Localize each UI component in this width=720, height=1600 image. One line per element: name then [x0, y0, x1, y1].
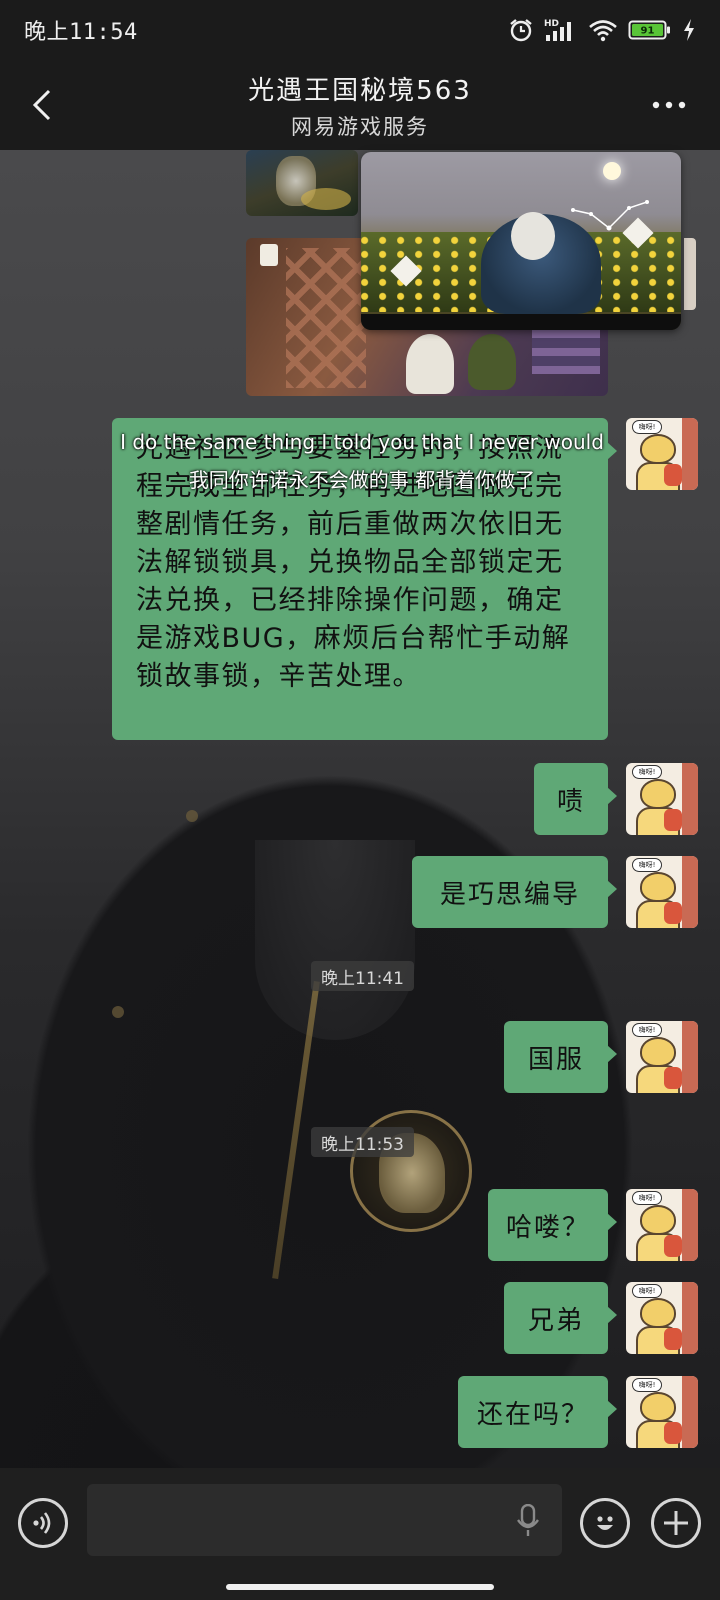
message-text: 兄弟 — [527, 1305, 584, 1336]
avatar[interactable]: 嗨呀! — [626, 1282, 698, 1354]
back-button[interactable] — [22, 78, 62, 132]
avatar[interactable]: 嗨呀! — [626, 1376, 698, 1448]
avatar-bag — [664, 809, 682, 831]
avatar-face — [640, 872, 676, 902]
background-button — [186, 810, 198, 822]
message-input[interactable] — [87, 1484, 562, 1556]
avatar-frame — [682, 1282, 698, 1354]
battery-icon: 91 — [628, 20, 670, 40]
avatar-face — [640, 434, 676, 464]
image-badge — [260, 244, 278, 266]
hd-signal-icon: HD — [544, 19, 571, 41]
avatar-frame — [682, 1021, 698, 1093]
message-text: 国服 — [527, 1044, 584, 1075]
avatar-bag — [664, 464, 682, 486]
chat-header: 光遇王国秘境563 网易游戏服务 — [0, 60, 720, 150]
chat-title: 光遇王国秘境563 — [248, 75, 472, 106]
more-button[interactable] — [644, 80, 694, 130]
avatar[interactable]: 嗨呀! — [626, 1021, 698, 1093]
more-dots-icon — [652, 101, 686, 109]
message-bubble[interactable]: 还在吗？ — [458, 1376, 617, 1448]
battery-level: 91 — [641, 26, 655, 37]
alarm-icon — [510, 19, 532, 42]
avatar-face — [640, 1298, 676, 1328]
avatar-bag — [664, 1235, 682, 1257]
timestamp: 晚上11:53 — [311, 1127, 414, 1157]
avatar-sticker-text: 嗨呀! — [632, 1191, 662, 1205]
overlay-caption-chinese: 我同你许诺永不会做的事 都背着你做了 — [188, 468, 536, 492]
avatar-sticker-text: 嗨呀! — [632, 858, 662, 872]
image-character — [468, 334, 516, 390]
home-indicator[interactable] — [226, 1584, 494, 1590]
image-sun — [603, 162, 621, 180]
avatar-face — [640, 1037, 676, 1067]
avatar-sticker-text: 嗨呀! — [632, 420, 662, 434]
background-button — [112, 1006, 124, 1018]
message-text: 哈喽？ — [505, 1212, 590, 1243]
plus-button[interactable] — [651, 1498, 701, 1548]
avatar-bag — [664, 1328, 682, 1350]
voice-button[interactable] — [18, 1498, 68, 1548]
avatar-frame — [682, 763, 698, 835]
emoji-button[interactable] — [580, 1498, 630, 1548]
avatar-frame — [682, 1189, 698, 1261]
avatar[interactable]: 嗨呀! — [626, 418, 698, 490]
message-bubble[interactable]: 国服 — [504, 1021, 617, 1093]
avatar-sticker-text: 嗨呀! — [632, 1023, 662, 1037]
avatar-sticker-text: 嗨呀! — [632, 765, 662, 779]
message-bubble[interactable]: 兄弟 — [504, 1282, 617, 1354]
avatar-face — [640, 1205, 676, 1235]
message-bubble[interactable]: 是巧思编导 — [412, 856, 617, 928]
avatar-bag — [664, 902, 682, 924]
message-bubble[interactable]: 啧 — [534, 763, 617, 835]
avatar-bag — [664, 1422, 682, 1444]
image-message[interactable] — [246, 150, 358, 216]
status-bar: 晚上11:54 HD 91 — [0, 0, 720, 60]
title-block: 光遇王国秘境563 网易游戏服务 — [248, 70, 472, 141]
image-character — [406, 334, 454, 394]
avatar-frame — [682, 1376, 698, 1448]
message-bubble[interactable]: 哈喽？ — [488, 1189, 617, 1261]
avatar-bag — [664, 1067, 682, 1089]
background-collar — [255, 840, 415, 1040]
image-character-head — [511, 212, 555, 260]
avatar-frame — [682, 418, 698, 490]
plus-icon — [664, 1511, 688, 1535]
network-badge: HD — [544, 19, 559, 29]
wifi-icon — [589, 20, 617, 42]
message-text: 是巧思编导 — [439, 879, 580, 910]
status-icons: HD 91 — [508, 17, 696, 43]
avatar-sticker-text: 嗨呀! — [632, 1378, 662, 1392]
timestamp: 晚上11:41 — [311, 961, 414, 991]
image-lattice — [286, 248, 366, 388]
chat-subtitle: 网易游戏服务 — [290, 114, 429, 139]
mic-icon[interactable] — [516, 1504, 540, 1538]
status-time: 晚上11:54 — [24, 20, 138, 45]
avatar[interactable]: 嗨呀! — [626, 856, 698, 928]
message-text: 啧 — [556, 786, 585, 817]
overlay-caption-english: I do the same thing I told you that I ne… — [120, 430, 604, 454]
emoji-icon — [597, 1516, 613, 1530]
avatar[interactable]: 嗨呀! — [626, 763, 698, 835]
image-message-game-screenshot[interactable] — [361, 152, 681, 330]
avatar-face — [640, 779, 676, 809]
avatar-face — [640, 1392, 676, 1422]
message-text: 还在吗？ — [476, 1399, 589, 1430]
voice-icon — [33, 1512, 51, 1534]
avatar-frame — [682, 856, 698, 928]
charging-icon — [684, 19, 694, 41]
image-bottom-bar — [361, 314, 681, 330]
chevron-left-icon — [32, 89, 51, 121]
avatar[interactable]: 嗨呀! — [626, 1189, 698, 1261]
image-message-edge — [684, 238, 696, 310]
avatar-sticker-text: 嗨呀! — [632, 1284, 662, 1298]
input-bar — [0, 1468, 720, 1600]
